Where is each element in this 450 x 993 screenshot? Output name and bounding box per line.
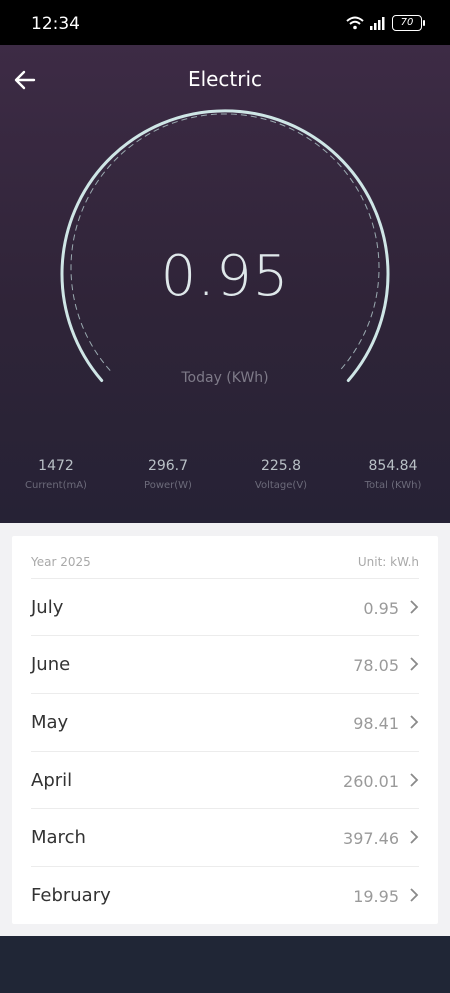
chevron-right-icon [410, 773, 419, 787]
year-label: Year 2025 [31, 555, 91, 569]
stat-power: 296.7 Power(W) [113, 458, 223, 491]
month-row-june[interactable]: June 78.05 [31, 635, 419, 693]
stat-label: Voltage(V) [254, 480, 308, 491]
stat-voltage: 225.8 Voltage(V) [226, 458, 336, 491]
signal-icon [370, 17, 385, 30]
wifi-icon [346, 16, 364, 30]
month-row-july[interactable]: July 0.95 [31, 578, 419, 636]
chevron-right-icon [410, 715, 419, 729]
stat-value: 225.8 [260, 458, 302, 474]
stat-value: 296.7 [147, 458, 189, 474]
month-row-march[interactable]: March 397.46 [31, 808, 419, 866]
stat-label: Total (KWh) [364, 480, 422, 491]
stat-value: 1472 [38, 458, 74, 474]
month-row-february[interactable]: February 19.95 [31, 866, 419, 924]
month-label: February [31, 885, 111, 906]
chevron-right-icon [410, 657, 419, 671]
today-energy-value: 0.95 [160, 244, 290, 309]
month-label: March [31, 827, 86, 848]
stat-label: Current(mA) [25, 480, 87, 491]
month-label: July [31, 597, 64, 618]
battery-icon: 70 [392, 15, 425, 31]
month-label: June [31, 654, 71, 675]
month-label: April [31, 770, 73, 791]
bottom-bar [0, 936, 450, 993]
month-value: 0.95 [363, 599, 399, 618]
month-value: 260.01 [343, 772, 399, 791]
month-value: 397.46 [343, 829, 399, 848]
status-bar: 12:34 70 [0, 0, 450, 45]
energy-gauge [60, 109, 390, 382]
card-header: Year 2025 Unit: kW.h [31, 555, 419, 575]
month-row-may[interactable]: May 98.41 [31, 693, 419, 751]
monthly-history-card: Year 2025 Unit: kW.h July 0.95 June 78.0… [12, 536, 438, 924]
status-time: 12:34 [31, 14, 80, 34]
month-value: 78.05 [353, 656, 399, 675]
status-icons: 70 [346, 15, 425, 31]
stat-value: 854.84 [368, 458, 418, 474]
month-row-april[interactable]: April 260.01 [31, 751, 419, 809]
chevron-right-icon [410, 888, 419, 902]
stat-total: 854.84 Total (KWh) [338, 458, 448, 491]
chevron-right-icon [410, 830, 419, 844]
month-label: May [31, 712, 69, 733]
stat-label: Power(W) [144, 480, 192, 491]
month-value: 19.95 [353, 887, 399, 906]
today-energy-label: Today (KWh) [181, 370, 269, 386]
chevron-right-icon [410, 600, 419, 614]
stat-current: 1472 Current(mA) [1, 458, 111, 491]
month-value: 98.41 [353, 714, 399, 733]
unit-label: Unit: kW.h [357, 555, 419, 569]
